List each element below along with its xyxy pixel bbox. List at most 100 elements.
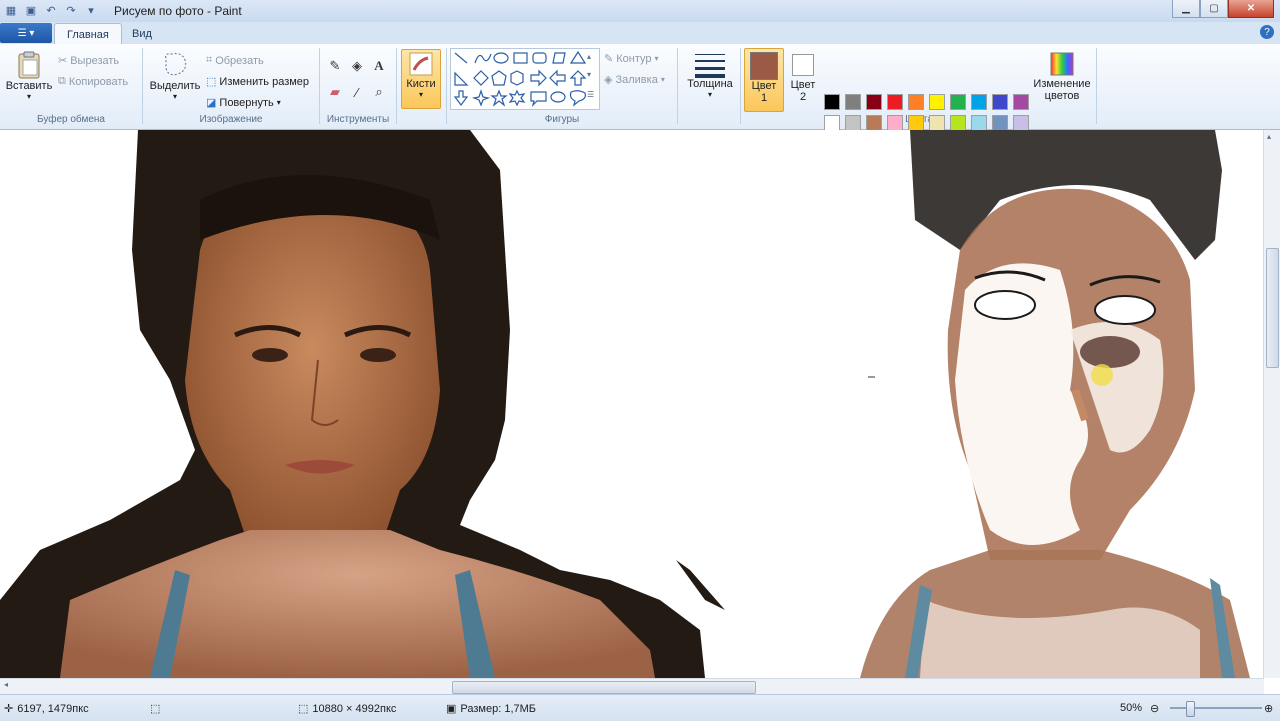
size-button[interactable]: Толщина ▾ [684, 50, 736, 99]
drawing-canvas[interactable] [0, 130, 1264, 678]
color1-number: 1 [760, 92, 768, 104]
size-label: Толщина [687, 78, 733, 90]
edit-colors-label-2: цветов [1044, 90, 1080, 102]
file-size: ▣ Размер: 1,7МБ [446, 702, 536, 716]
palette-swatch[interactable] [950, 115, 966, 131]
palette-swatch[interactable] [845, 115, 861, 131]
line-thickness-icon [695, 54, 725, 78]
maximize-button[interactable]: ▢ [1200, 0, 1228, 18]
minimize-button[interactable]: ▁ [1172, 0, 1200, 18]
palette-swatch[interactable] [908, 94, 924, 110]
palette-swatch[interactable] [845, 94, 861, 110]
palette-swatch[interactable] [824, 94, 840, 110]
image-group: Выделить ▾ ⌗ Обрезать ⬚ Изменить размер … [144, 46, 318, 127]
scroll-left-icon[interactable]: ◂ [4, 680, 8, 689]
rotate-label: Повернуть [219, 96, 274, 109]
shapes-group-label: Фигуры [544, 114, 580, 125]
brushes-label: Кисти [406, 78, 436, 90]
rotate-icon: ◪ [206, 97, 217, 109]
group-divider [677, 48, 678, 124]
color2-button[interactable]: Цвет 2 [786, 48, 820, 110]
copy-icon: ⧉ [58, 75, 66, 87]
image-size-value: 10880 × 4992пкс [312, 702, 397, 715]
tab-view[interactable]: Вид [120, 23, 164, 44]
undo-icon[interactable]: ↶ [44, 3, 58, 17]
close-button[interactable]: ✕ [1228, 0, 1274, 18]
group-divider [396, 48, 397, 124]
clipboard-group: Вставить ▾ ✂ Вырезать ⧉ Копировать Буфер… [0, 46, 142, 127]
palette-swatch[interactable] [950, 94, 966, 110]
palette-swatch[interactable] [866, 115, 882, 131]
quick-access-toolbar: ▦ ▣ ↶ ↷ ▾ [4, 3, 98, 17]
canvas-artwork [0, 130, 1250, 678]
crop-button[interactable]: ⌗ Обрезать [206, 54, 264, 67]
eraser-icon[interactable]: ▰ [325, 82, 345, 102]
select-label: Выделить [149, 80, 201, 92]
palette-swatch[interactable] [866, 94, 882, 110]
zoom-in-button[interactable]: ⊕ [1264, 702, 1273, 715]
palette-swatch[interactable] [992, 115, 1008, 131]
palette-swatch[interactable] [887, 94, 903, 110]
paste-button[interactable]: Вставить ▾ [6, 50, 52, 101]
vertical-scrollbar[interactable]: ▴ [1263, 130, 1280, 678]
paint-menu-button[interactable]: ☰ ▾ [0, 23, 52, 43]
group-divider [1096, 48, 1097, 124]
horizontal-scrollbar[interactable]: ◂ [0, 678, 1264, 695]
palette-swatch[interactable] [971, 94, 987, 110]
zoom-slider[interactable] [1170, 701, 1262, 717]
zoom-slider-thumb[interactable] [1186, 701, 1195, 717]
brushes-button[interactable]: Кисти ▾ [401, 49, 441, 109]
shapes-expand-icon[interactable]: ☰ [587, 90, 594, 99]
palette-swatch[interactable] [929, 94, 945, 110]
color2-label: Цвет [790, 79, 816, 91]
palette-swatch[interactable] [929, 115, 945, 131]
select-button[interactable]: Выделить ▾ [148, 50, 202, 101]
palette-swatch[interactable] [1013, 94, 1029, 110]
save-icon[interactable]: ▣ [24, 3, 38, 17]
outline-label: Контур [616, 52, 652, 65]
window-title: Рисуем по фото - Paint [114, 4, 242, 18]
edit-colors-button[interactable]: Изменение цветов [1032, 50, 1092, 102]
fill-button[interactable]: ◈ Заливка ▾ [604, 73, 665, 87]
shapes-scroll-down-icon[interactable]: ▾ [587, 70, 591, 79]
vertical-scroll-thumb[interactable] [1266, 248, 1279, 368]
fill-bucket-icon[interactable]: ◈ [347, 56, 367, 76]
color2-number: 2 [799, 91, 807, 103]
group-divider [740, 48, 741, 124]
outline-icon: ✎ [604, 53, 614, 65]
color-picker-icon[interactable]: ⁄ [347, 82, 367, 102]
brushes-group: Кисти ▾ [398, 46, 444, 127]
outline-button[interactable]: ✎ Контур ▾ [604, 52, 659, 66]
fill-dropdown-icon: ▾ [660, 75, 665, 84]
color1-button[interactable]: Цвет 1 [744, 48, 784, 112]
crop-label: Обрезать [215, 54, 264, 67]
palette-swatch[interactable] [824, 115, 840, 131]
palette-swatch[interactable] [1013, 115, 1029, 131]
zoom-out-button[interactable]: ⊖ [1150, 702, 1159, 715]
redo-icon[interactable]: ↷ [64, 3, 78, 17]
shapes-gallery-icons [453, 50, 587, 107]
palette-swatch[interactable] [908, 115, 924, 131]
rotate-button[interactable]: ◪ Повернуть ▾ [206, 96, 281, 110]
text-tool-icon[interactable]: A [369, 56, 389, 76]
qat-dropdown-icon[interactable]: ▾ [84, 3, 98, 17]
cut-button[interactable]: ✂ Вырезать [58, 54, 119, 68]
file-size-value: Размер: 1,7МБ [460, 702, 536, 715]
pencil-icon[interactable]: ✎ [325, 56, 345, 76]
palette-swatch[interactable] [971, 115, 987, 131]
horizontal-scroll-thumb[interactable] [452, 681, 756, 694]
fill-label: Заливка [615, 73, 658, 86]
scroll-up-icon[interactable]: ▴ [1267, 132, 1271, 141]
brushes-dropdown-icon: ▾ [418, 90, 423, 99]
paint-app-icon[interactable]: ▦ [4, 3, 18, 17]
shapes-scroll-up-icon[interactable]: ▴ [587, 52, 591, 61]
help-icon[interactable]: ? [1260, 25, 1274, 39]
palette-swatch[interactable] [887, 115, 903, 131]
color2-swatch [792, 54, 814, 76]
copy-button[interactable]: ⧉ Копировать [58, 75, 128, 88]
tab-home[interactable]: Главная [54, 23, 122, 45]
palette-swatch[interactable] [992, 94, 1008, 110]
paste-icon [18, 51, 40, 79]
resize-button[interactable]: ⬚ Изменить размер [206, 75, 309, 89]
magnifier-icon[interactable]: ⌕ [369, 82, 389, 102]
